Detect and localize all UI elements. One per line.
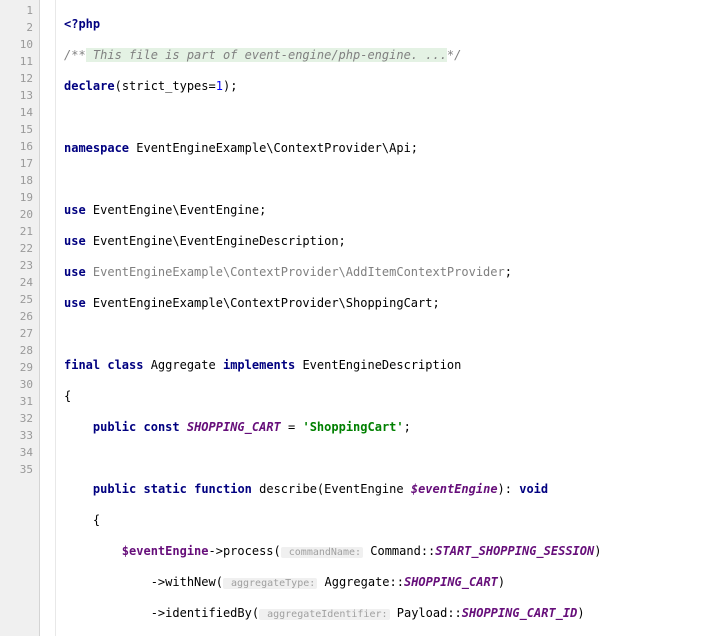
line-number: 35	[0, 461, 39, 478]
line-number: 1	[0, 2, 39, 19]
code-line: declare(strict_types=1);	[64, 78, 709, 95]
line-number: 14	[0, 104, 39, 121]
line-number: 19	[0, 189, 39, 206]
code-line	[64, 171, 709, 188]
line-number: 10	[0, 36, 39, 53]
line-number: 31	[0, 393, 39, 410]
code-line: ->identifiedBy( aggregateIdentifier: Pay…	[64, 605, 709, 622]
line-number: 17	[0, 155, 39, 172]
fold-column	[40, 0, 56, 636]
code-line: public static function describe(EventEng…	[64, 481, 709, 498]
line-number: 22	[0, 240, 39, 257]
line-number: 2	[0, 19, 39, 36]
line-number: 26	[0, 308, 39, 325]
line-number: 33	[0, 427, 39, 444]
line-number: 15	[0, 121, 39, 138]
code-line: namespace EventEngineExample\ContextProv…	[64, 140, 709, 157]
line-number-gutter: 1210111213141516171819202122232425262728…	[0, 0, 40, 636]
line-number: 29	[0, 359, 39, 376]
line-number: 18	[0, 172, 39, 189]
code-line: $eventEngine->process( commandName: Comm…	[64, 543, 709, 560]
line-number: 21	[0, 223, 39, 240]
code-line: use EventEngineExample\ContextProvider\A…	[64, 264, 709, 281]
code-line: final class Aggregate implements EventEn…	[64, 357, 709, 374]
line-number: 32	[0, 410, 39, 427]
code-line: ->withNew( aggregateType: Aggregate::SHO…	[64, 574, 709, 591]
code-line: /** This file is part of event-engine/ph…	[64, 47, 709, 64]
line-number: 25	[0, 291, 39, 308]
code-line: {	[64, 512, 709, 529]
code-line: use EventEngineExample\ContextProvider\S…	[64, 295, 709, 312]
line-number: 12	[0, 70, 39, 87]
code-line	[64, 326, 709, 343]
code-line: public const SHOPPING_CART = 'ShoppingCa…	[64, 419, 709, 436]
line-number: 27	[0, 325, 39, 342]
code-line: use EventEngine\EventEngineDescription;	[64, 233, 709, 250]
code-editor[interactable]: <?php /** This file is part of event-eng…	[56, 0, 709, 636]
line-number: 23	[0, 257, 39, 274]
line-number: 34	[0, 444, 39, 461]
line-number: 20	[0, 206, 39, 223]
code-line: {	[64, 388, 709, 405]
code-line: <?php	[64, 16, 709, 33]
line-number: 11	[0, 53, 39, 70]
line-number: 16	[0, 138, 39, 155]
line-number: 30	[0, 376, 39, 393]
line-number: 13	[0, 87, 39, 104]
code-line: use EventEngine\EventEngine;	[64, 202, 709, 219]
line-number: 24	[0, 274, 39, 291]
line-number: 28	[0, 342, 39, 359]
code-line	[64, 450, 709, 467]
code-line	[64, 109, 709, 126]
